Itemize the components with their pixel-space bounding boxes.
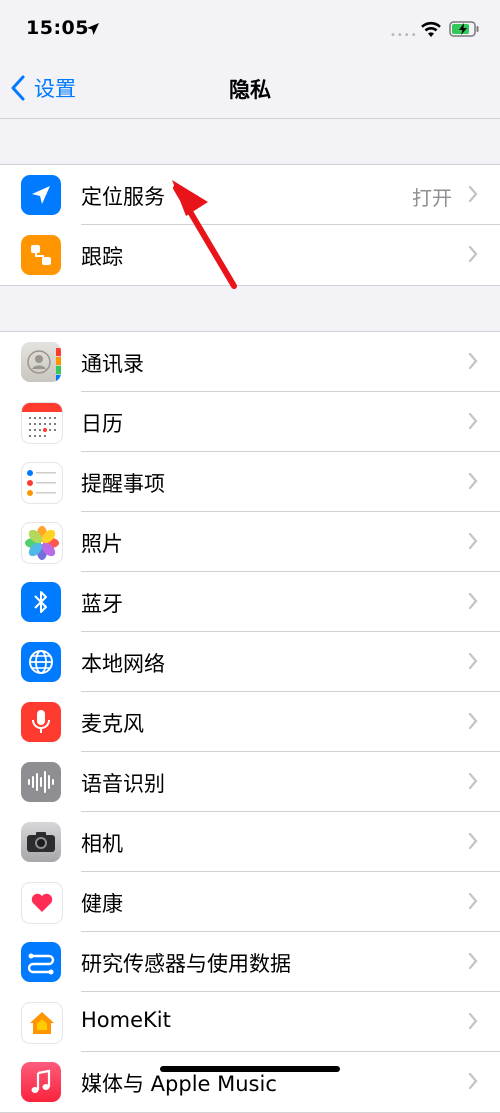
- settings-group-location: 定位服务 打开 跟踪: [0, 164, 500, 286]
- wifi-icon: [421, 21, 441, 37]
- camera-icon: [21, 822, 61, 862]
- reminders-icon: [21, 462, 63, 504]
- row-label: 跟踪: [81, 245, 123, 269]
- row-value: 打开: [412, 186, 452, 210]
- research-icon: [21, 942, 61, 982]
- row-health[interactable]: 健康: [0, 872, 500, 932]
- status-bar: 15:05 ••••: [0, 0, 500, 60]
- location-arrow-icon: [87, 23, 99, 35]
- chevron-right-icon: [468, 592, 478, 610]
- speech-recognition-icon: [21, 762, 61, 802]
- row-bluetooth[interactable]: 蓝牙: [0, 572, 500, 632]
- chevron-right-icon: [468, 245, 478, 263]
- chevron-right-icon: [468, 532, 478, 550]
- row-speech-recognition[interactable]: 语音识别: [0, 752, 500, 812]
- health-icon: [21, 882, 63, 924]
- row-label: 照片: [81, 532, 123, 556]
- row-label: 日历: [81, 412, 123, 436]
- chevron-right-icon: [468, 892, 478, 910]
- chevron-right-icon: [468, 472, 478, 490]
- chevron-right-icon: [468, 1072, 478, 1090]
- homekit-icon: [21, 1002, 63, 1044]
- row-label: 提醒事项: [81, 472, 165, 496]
- row-label: 相机: [81, 832, 123, 856]
- row-reminders[interactable]: 提醒事项: [0, 452, 500, 512]
- row-microphone[interactable]: 麦克风: [0, 692, 500, 752]
- chevron-right-icon: [468, 1012, 478, 1030]
- row-label: 麦克风: [81, 712, 144, 736]
- settings-group-permissions: 通讯录 日历 提醒事项 照片 蓝牙 本地网络 麦克风 语音识别 相机 健康 研究…: [0, 331, 500, 1113]
- row-label: HomeKit: [81, 1008, 171, 1032]
- row-label: 健康: [81, 892, 123, 916]
- row-label: 定位服务: [81, 185, 165, 209]
- battery-charging-icon: [449, 21, 479, 37]
- chevron-right-icon: [468, 412, 478, 430]
- location-icon: [21, 175, 61, 215]
- row-contacts[interactable]: 通讯录: [0, 332, 500, 392]
- chevron-right-icon: [468, 952, 478, 970]
- chevron-right-icon: [468, 652, 478, 670]
- chevron-right-icon: [468, 712, 478, 730]
- row-label: 蓝牙: [81, 592, 123, 616]
- home-indicator[interactable]: [160, 1066, 340, 1072]
- chevron-right-icon: [468, 185, 478, 203]
- photos-icon: [21, 522, 63, 564]
- row-homekit[interactable]: HomeKit: [0, 992, 500, 1052]
- row-tracking[interactable]: 跟踪: [0, 225, 500, 285]
- annotation-arrow-icon: [172, 180, 237, 289]
- row-location-services[interactable]: 定位服务 打开: [0, 165, 500, 225]
- status-time: 15:05: [26, 17, 89, 39]
- contacts-icon: [21, 342, 61, 382]
- row-label: 媒体与 Apple Music: [81, 1072, 277, 1096]
- signal-icon: ••••: [390, 30, 418, 41]
- row-local-network[interactable]: 本地网络: [0, 632, 500, 692]
- row-media-music[interactable]: 媒体与 Apple Music: [0, 1052, 500, 1112]
- row-calendar[interactable]: 日历: [0, 392, 500, 452]
- microphone-icon: [21, 702, 61, 742]
- page-title: 隐私: [229, 78, 271, 102]
- row-label: 语音识别: [81, 772, 165, 796]
- music-icon: [21, 1062, 61, 1102]
- calendar-icon: [21, 402, 63, 444]
- tracking-icon: [21, 235, 61, 275]
- row-label: 通讯录: [81, 352, 144, 376]
- row-label: 本地网络: [81, 652, 165, 676]
- navigation-bar: 设置 隐私: [0, 60, 500, 119]
- row-research-sensor[interactable]: 研究传感器与使用数据: [0, 932, 500, 992]
- chevron-right-icon: [468, 352, 478, 370]
- row-label: 研究传感器与使用数据: [81, 952, 291, 976]
- bluetooth-icon: [21, 582, 61, 622]
- local-network-icon: [21, 642, 61, 682]
- row-photos[interactable]: 照片: [0, 512, 500, 572]
- row-camera[interactable]: 相机: [0, 812, 500, 872]
- chevron-right-icon: [468, 832, 478, 850]
- chevron-right-icon: [468, 772, 478, 790]
